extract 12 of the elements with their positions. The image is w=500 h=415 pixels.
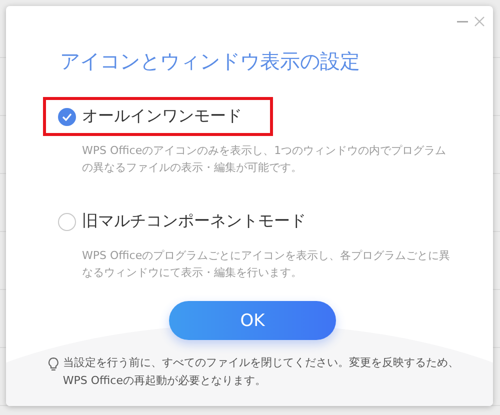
radio-button[interactable] <box>58 212 76 230</box>
checkmark-icon <box>62 112 72 120</box>
close-icon[interactable] <box>474 16 485 27</box>
option-description: WPS Officeのプログラムごとにアイコンを表示し、各プログラムごとに異なるウィンドウにて表示・編集を行います。 <box>82 248 452 281</box>
note-text: 当設定を行う前に、すべてのファイルを閉じてください。変更を反映するため、WPS Officeの再起動が必要となります。 <box>62 355 460 389</box>
minimize-icon[interactable] <box>457 20 468 22</box>
dialog-title: アイコンとウィンドウ表示の設定 <box>60 48 361 75</box>
option-label[interactable]: 旧マルチコンポーネントモード <box>82 211 306 232</box>
option-label[interactable]: オールインワンモード <box>82 106 242 127</box>
lightbulb-icon <box>48 357 59 372</box>
option-description: WPS Officeのアイコンのみを表示し、1つのウィンドウの内でプログラムの異なるファイルの表示・編集が可能です。 <box>82 143 448 176</box>
radio-button[interactable] <box>58 108 76 126</box>
